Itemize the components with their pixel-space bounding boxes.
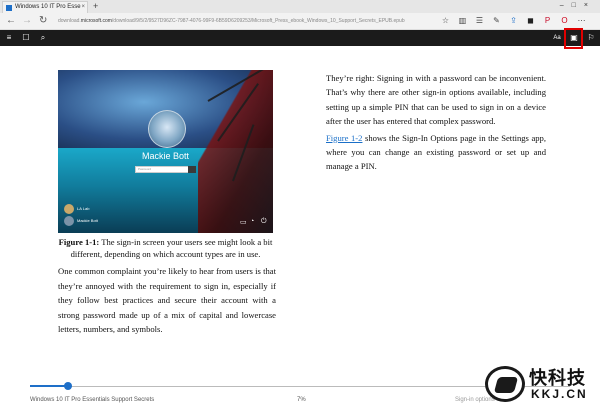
figure-caption: Figure 1-1: The sign-in screen your user… <box>58 236 273 260</box>
close-tab-icon[interactable]: × <box>81 2 85 13</box>
address-domain: microsoft.com <box>80 18 112 24</box>
user-avatar <box>148 110 186 148</box>
body-paragraph-left: One common complaint you’re likely to he… <box>58 266 276 335</box>
body-column-right: They’re right: Signing in with a passwor… <box>326 71 546 176</box>
figure-other-user-name: LA Lab <box>77 206 90 211</box>
refresh-button[interactable]: ↻ <box>39 14 47 28</box>
figure-ease-of-access-icon: ◔ <box>250 218 255 225</box>
figure-other-user: LA Lab <box>64 204 114 214</box>
pages-icon[interactable]: ☐ <box>20 32 32 44</box>
figure-other-user-avatar <box>64 216 74 226</box>
reading-view-icon[interactable]: ▥ <box>457 15 468 27</box>
back-button[interactable]: ← <box>6 14 16 28</box>
book-title: Windows 10 IT Pro Essentials Support Sec… <box>30 397 155 403</box>
address-bar[interactable]: download.microsoft.com/download/9/5/2/95… <box>58 15 433 28</box>
reading-progress-handle[interactable] <box>64 382 72 390</box>
figure-password-field: Password <box>135 166 194 173</box>
table-of-contents-icon[interactable]: ≡ <box>3 32 15 44</box>
sign-in-screen-figure: Mackie Bott Password LA Lab Mackie Bott … <box>58 70 273 233</box>
progress-percent: 7% <box>297 397 306 403</box>
browser-tab[interactable]: Windows 10 IT Pro Esse × <box>2 1 88 13</box>
address-path: /download/9/5/2/9527D96ZC-7987-4076-99F9… <box>111 18 405 24</box>
body-paragraph: Figure 1-2 shows the Sign-In Options pag… <box>326 131 546 174</box>
reading-progress-fill <box>30 385 68 387</box>
reader-toolbar: ≡ ☐ ⌕ Aa ▣ ⚐ <box>0 30 600 46</box>
figure-user-name: Mackie Bott <box>141 151 190 161</box>
highlight-annotation <box>564 28 583 49</box>
window-controls[interactable]: –□× <box>560 0 596 12</box>
forward-button[interactable]: → <box>22 14 32 28</box>
new-tab-button[interactable]: + <box>93 1 98 12</box>
page-favicon-icon <box>6 5 12 11</box>
figure-other-user-name: Mackie Bott <box>77 218 98 223</box>
share-icon[interactable]: ⇪ <box>508 15 519 27</box>
figure-power-icon: ⏻ <box>261 218 267 225</box>
annotate-icon[interactable]: ✎ <box>491 15 502 27</box>
pinterest-icon[interactable]: P <box>542 15 553 27</box>
browser-toolbar: ← → ↻ download.microsoft.com/download/9/… <box>0 13 600 30</box>
favorite-icon[interactable]: ☆ <box>440 15 451 27</box>
hub-icon[interactable]: ☰ <box>474 15 485 27</box>
figure-caption-label: Figure 1-1: <box>58 237 100 247</box>
opera-icon[interactable]: O <box>559 15 570 27</box>
body-paragraph: They’re right: Signing in with a passwor… <box>326 73 546 127</box>
kkj-logo-icon <box>485 366 525 402</box>
figure-other-user: Mackie Bott <box>64 216 114 226</box>
tab-title: Windows 10 IT Pro Esse <box>15 4 81 10</box>
text-options-icon[interactable]: Aa <box>551 32 563 44</box>
extension-icon[interactable]: ◼ <box>525 15 536 27</box>
kkj-watermark: 快科技 KKJ.CN <box>485 360 597 408</box>
bookmark-icon[interactable]: ⚐ <box>585 32 597 44</box>
figure-submit-arrow-icon <box>188 166 196 173</box>
figure-1-2-link[interactable]: Figure 1-2 <box>326 133 362 143</box>
search-icon[interactable]: ⌕ <box>37 32 49 44</box>
figure-other-user-avatar <box>64 204 74 214</box>
more-icon[interactable]: ⋯ <box>576 15 587 27</box>
figure-network-icon: ▭ <box>240 219 247 226</box>
tab-bar: Windows 10 IT Pro Esse × + –□× <box>0 0 600 13</box>
address-prefix: download. <box>58 18 81 24</box>
figure-caption-text: The sign-in screen your users see might … <box>70 237 273 259</box>
watermark-en-text: KKJ.CN <box>531 387 588 401</box>
